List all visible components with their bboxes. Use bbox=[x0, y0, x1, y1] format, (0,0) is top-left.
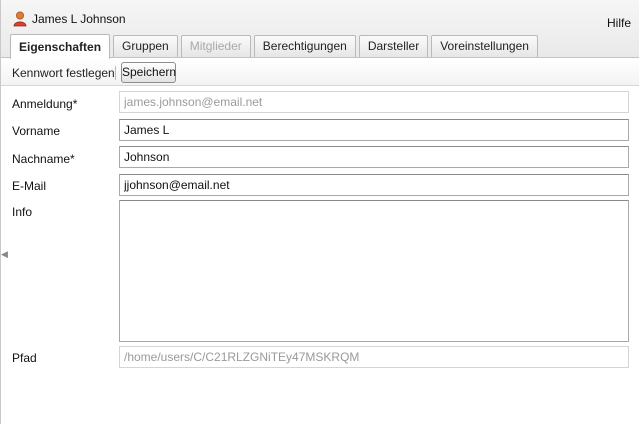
tab-eigenschaften[interactable]: Eigenschaften bbox=[10, 34, 111, 59]
tab-voreinstellungen[interactable]: Voreinstellungen bbox=[431, 35, 538, 57]
tab-mitglieder: Mitglieder bbox=[180, 35, 251, 57]
user-properties-window: James L Johnson Hilfe Eigenschaften Grup… bbox=[0, 0, 639, 424]
email-label: E-Mail bbox=[12, 179, 47, 193]
help-link[interactable]: Hilfe bbox=[607, 16, 631, 30]
tab-bar: Eigenschaften Gruppen Mitglieder Berecht… bbox=[10, 33, 538, 59]
user-icon bbox=[13, 11, 27, 27]
last-name-label: Nachname* bbox=[12, 152, 75, 166]
login-field[interactable] bbox=[119, 91, 629, 113]
login-label: Anmeldung* bbox=[12, 97, 78, 111]
title-bar: James L Johnson Hilfe Eigenschaften Grup… bbox=[1, 0, 639, 59]
window-title: James L Johnson bbox=[32, 12, 126, 26]
save-button[interactable]: Speichern bbox=[121, 62, 176, 83]
tab-darsteller[interactable]: Darsteller bbox=[358, 35, 429, 57]
toolbar: Kennwort festlegen Speichern bbox=[1, 59, 639, 86]
last-name-field[interactable] bbox=[119, 146, 629, 168]
first-name-label: Vorname bbox=[12, 124, 61, 138]
info-textarea[interactable] bbox=[119, 200, 629, 342]
set-password-link[interactable]: Kennwort festlegen bbox=[12, 66, 115, 80]
info-label: Info bbox=[12, 205, 33, 219]
tab-berechtigungen[interactable]: Berechtigungen bbox=[253, 35, 356, 57]
tab-gruppen[interactable]: Gruppen bbox=[113, 35, 178, 57]
first-name-field[interactable] bbox=[119, 119, 629, 141]
chevron-left-icon[interactable]: ◀ bbox=[1, 248, 8, 260]
path-field[interactable] bbox=[119, 346, 629, 368]
toolbar-divider bbox=[115, 66, 116, 80]
email-field[interactable] bbox=[119, 174, 629, 196]
path-label: Pfad bbox=[12, 351, 37, 365]
